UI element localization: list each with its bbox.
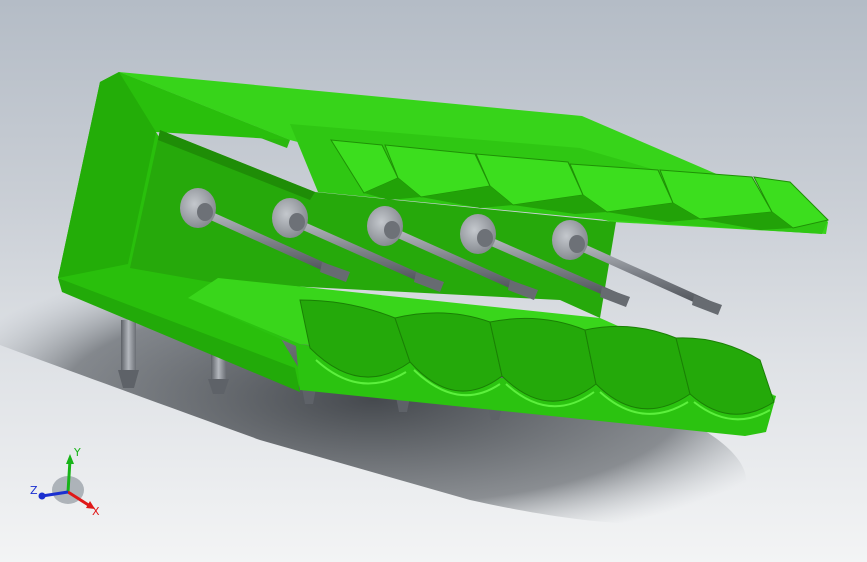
connector-model[interactable] [0, 0, 867, 562]
z-axis-label: Z [30, 484, 38, 497]
x-axis-label: X [92, 505, 100, 518]
y-axis [66, 459, 72, 493]
y-axis-label: Y [73, 446, 81, 459]
axis-triad: Y X Z [30, 446, 100, 518]
graphics-viewport[interactable]: Y X Z [0, 0, 867, 562]
